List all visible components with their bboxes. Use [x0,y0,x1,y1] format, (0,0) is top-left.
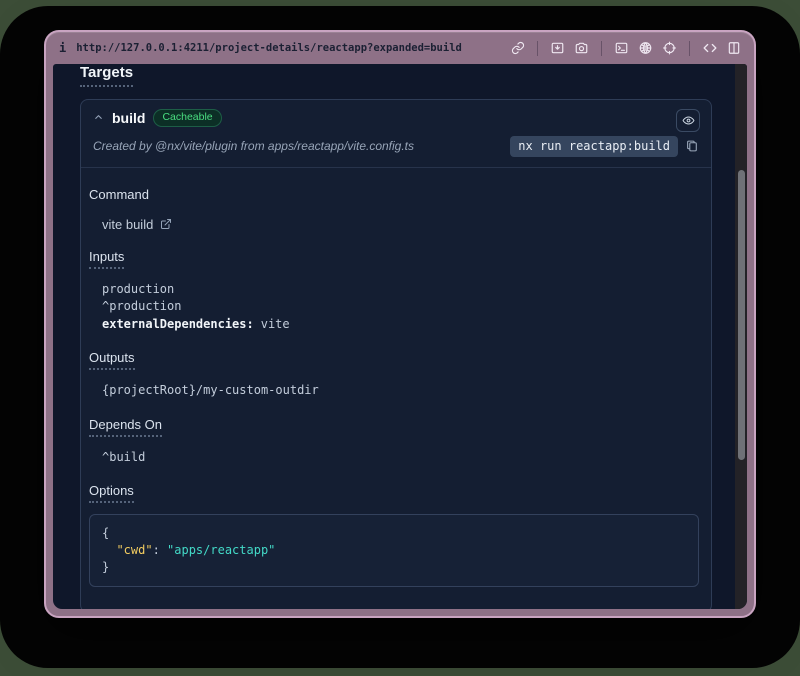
input-item: ^production [102,298,699,316]
view-target-graph-button[interactable] [676,109,700,132]
browser-window: i http://127.0.0.1:4211/project-details/… [44,30,756,618]
copy-icon[interactable] [686,139,699,153]
page-title[interactable]: Targets [80,64,133,87]
options-heading[interactable]: Options [89,483,134,503]
crosshair-icon[interactable] [662,41,677,55]
cacheable-badge: Cacheable [153,109,221,127]
chevron-up-icon[interactable] [93,112,104,123]
section-outputs: Outputs {projectRoot}/my-custom-outdir [89,349,699,400]
section-options: Options { "cwd": "apps/reactapp" } [89,482,699,587]
toolbar-divider [601,41,602,56]
info-icon: i [59,41,66,55]
output-item: {projectRoot}/my-custom-outdir [102,382,699,400]
target-name-build: build [112,110,145,126]
link-icon[interactable] [511,41,525,55]
json-key: "cwd" [116,543,152,557]
screen: i http://127.0.0.1:4211/project-details/… [0,0,800,676]
scrollbar-thumb[interactable] [738,170,745,460]
build-card-body: Command vite build Inputs pro [81,168,711,610]
section-inputs: Inputs production ^production externalDe… [89,248,699,334]
command-value[interactable]: vite build [102,217,153,232]
globe-icon[interactable] [638,41,653,55]
input-value: vite [261,317,290,331]
scrollbar-track[interactable] [735,64,747,609]
command-heading: Command [89,187,149,202]
import-icon[interactable] [550,41,565,55]
terminal-icon[interactable] [614,41,629,55]
address-bar[interactable]: http://127.0.0.1:4211/project-details/re… [76,42,462,54]
options-json-block: { "cwd": "apps/reactapp" } [89,514,699,587]
build-card-header[interactable]: build Cacheable Created by @nx/vite/plug… [81,100,711,168]
json-open-brace: { [102,525,686,542]
split-view-icon[interactable] [727,41,741,55]
browser-toolbar: i http://127.0.0.1:4211/project-details/… [46,32,754,64]
json-value: "apps/reactapp" [167,543,275,557]
page-viewport: Targets build Cacheable [53,64,747,609]
code-icon[interactable] [702,41,718,55]
inputs-heading[interactable]: Inputs [89,249,124,269]
section-depends-on: Depends On ^build [89,416,699,467]
target-card-build: build Cacheable Created by @nx/vite/plug… [80,99,712,609]
input-key: externalDependencies: [102,317,254,331]
json-cwd-line: "cwd": "apps/reactapp" [102,542,686,559]
run-command-chip: nx run reactapp:build [510,136,678,157]
toolbar-divider [537,41,538,56]
section-command: Command vite build [89,186,699,232]
depends-on-heading[interactable]: Depends On [89,417,162,437]
external-link-icon[interactable] [160,218,172,230]
camera-icon[interactable] [574,41,589,55]
toolbar-divider [689,41,690,56]
json-close-brace: } [102,559,686,576]
project-details-content: Targets build Cacheable [53,64,747,609]
outputs-heading[interactable]: Outputs [89,350,135,370]
input-item-external-deps: externalDependencies: vite [102,316,699,334]
created-by-text: Created by @nx/vite/plugin from apps/rea… [93,139,510,153]
json-separator: : [153,543,167,557]
input-item: production [102,281,699,299]
depends-on-item: ^build [102,449,699,467]
